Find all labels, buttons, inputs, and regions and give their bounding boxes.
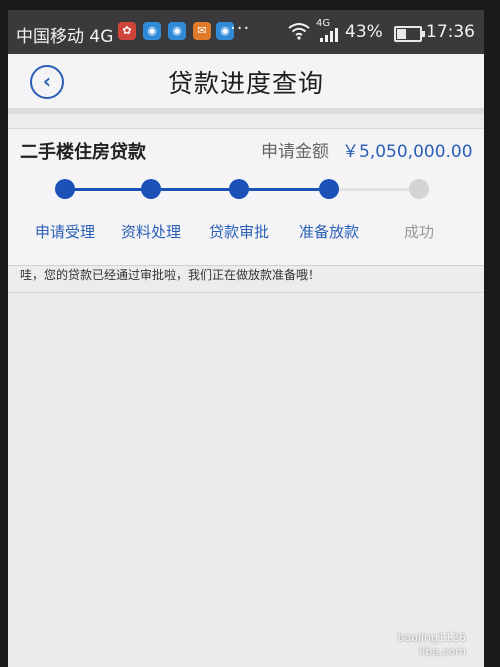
amount-value: ￥5,050,000.00 [342, 142, 473, 162]
battery-percentage: 43% [345, 22, 383, 42]
progress-line [239, 188, 329, 191]
clock: 17:36 [426, 22, 475, 42]
progress-step-dot [409, 179, 429, 199]
notification-app-icon: ◉ [143, 22, 161, 40]
loan-type: 二手楼住房贷款 [20, 142, 146, 163]
carrier-label: 中国移动 4G [16, 27, 114, 47]
progress-line [65, 188, 151, 191]
progress-step-label: 贷款审批 [208, 223, 269, 241]
progress-line [151, 188, 239, 191]
notification-app-icon: ✿ [118, 22, 136, 40]
battery-icon [394, 26, 425, 42]
progress-step-dot [55, 179, 75, 199]
progress-step-label: 准备放款 [298, 223, 359, 241]
watermark-line: liba.com [419, 645, 466, 658]
progress-line [329, 188, 419, 191]
content-area [8, 293, 484, 667]
more-notifications-icon: ··· [230, 18, 251, 39]
amount-label: 申请金额 [261, 142, 329, 162]
progress-step-dot [229, 179, 249, 199]
progress-step-label: 资料处理 [120, 223, 181, 241]
progress-step-dot [141, 179, 161, 199]
signal-icon [320, 28, 338, 42]
mail-icon: ✉ [193, 22, 211, 40]
wifi-icon [288, 23, 310, 40]
phone-screen: 中国移动 4G ✿ ◉ ◉ ✉ ◉ ··· 4G 43% 17:36 ‹ 贷款进… [8, 10, 484, 667]
notification-app-icon: ◉ [168, 22, 186, 40]
progress-step-label: 成功 [403, 223, 434, 241]
page-title: 贷款进度查询 [167, 69, 324, 98]
status-bar: 中国移动 4G ✿ ◉ ◉ ✉ ◉ ··· 4G 43% 17:36 [8, 10, 484, 54]
progress-step-label: 申请受理 [34, 223, 95, 241]
header-bar: ‹ 贷款进度查询 [8, 54, 484, 114]
loan-progress-card: 二手楼住房贷款 申请金额 ￥5,050,000.00 申请受理 资料处理 贷款审批 准… [8, 128, 484, 266]
status-message: 哇，您的贷款已经通过审批啦，我们正在做放款准备哦！ [20, 268, 321, 282]
progress-step-dot [319, 179, 339, 199]
watermark-line: baojing1126 [397, 631, 466, 644]
watermark: baojing1126 liba.com [397, 631, 466, 659]
